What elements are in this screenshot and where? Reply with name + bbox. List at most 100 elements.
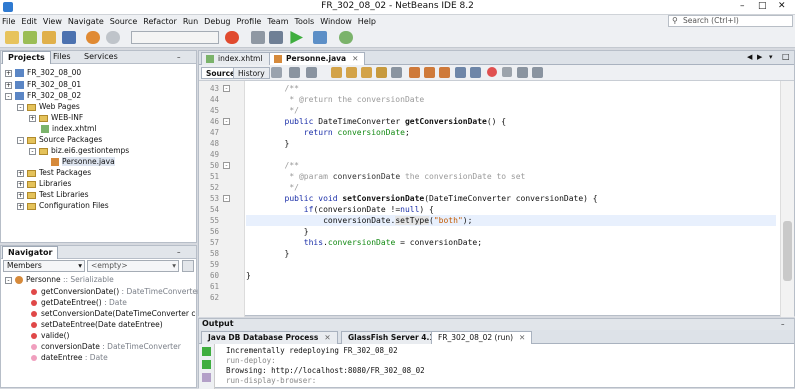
collapse-icon[interactable]: - — [17, 103, 24, 111]
debug-icon[interactable] — [313, 31, 327, 44]
tab-navigator[interactable]: Navigator — [2, 246, 59, 259]
search-input[interactable]: ⚲ Search (Ctrl+I) — [668, 15, 793, 27]
toggle-bookmark-icon[interactable] — [439, 67, 450, 78]
fold-icon[interactable]: - — [223, 85, 230, 92]
members-filter-select[interactable]: Members ▾ — [3, 260, 85, 272]
code-area[interactable]: /** * @return the conversionDate */ publ… — [246, 81, 776, 317]
close-tab-icon[interactable]: ✕ — [324, 333, 330, 342]
tree-item-test-packages[interactable]: + Test Packages — [17, 167, 91, 178]
navigator-member[interactable]: setDateEntree(Date dateEntree) — [31, 319, 163, 330]
profile-icon[interactable] — [339, 31, 353, 44]
new-project-icon[interactable] — [23, 31, 37, 44]
shift-left-icon[interactable] — [455, 67, 466, 78]
fold-icon[interactable]: - — [223, 195, 230, 202]
back-icon[interactable] — [289, 67, 300, 78]
tab-java-db-process[interactable]: Java DB Database Process ✕ — [201, 331, 338, 344]
scroll-tabs-left-icon[interactable]: ◀ — [747, 53, 752, 61]
navigator-filter-button[interactable] — [182, 260, 194, 272]
clean-build-icon[interactable] — [269, 31, 283, 44]
scroll-tabs-right-icon[interactable]: ▶ — [757, 53, 762, 61]
menu-run[interactable]: Run — [183, 17, 198, 26]
empty-filter-select[interactable]: <empty> ▾ — [87, 260, 179, 272]
save-all-icon[interactable] — [62, 31, 76, 44]
build-icon[interactable] — [251, 31, 265, 44]
undo-icon[interactable] — [86, 31, 100, 44]
navigator-member[interactable]: getConversionDate() : DateTimeConverter — [31, 286, 200, 297]
close-tab-icon[interactable]: ✕ — [352, 54, 358, 63]
close-window-button[interactable]: ✕ — [778, 1, 786, 11]
tree-item-source-packages[interactable]: - Source Packages — [17, 134, 102, 145]
history-view-button[interactable]: History — [233, 67, 270, 79]
browser-icon[interactable] — [225, 31, 239, 44]
tree-item-configuration-files[interactable]: + Configuration Files — [17, 200, 109, 211]
toggle-rectangular-selection-icon[interactable] — [391, 67, 402, 78]
expand-icon[interactable]: + — [29, 114, 36, 122]
tree-item-web-inf[interactable]: + WEB-INF — [29, 112, 83, 123]
fold-icon[interactable]: - — [223, 162, 230, 169]
open-project-icon[interactable] — [42, 31, 56, 44]
menu-debug[interactable]: Debug — [204, 17, 230, 26]
menu-refactor[interactable]: Refactor — [143, 17, 177, 26]
tree-item-index-xhtml[interactable]: index.xhtml — [41, 123, 96, 134]
expand-icon[interactable]: + — [17, 169, 24, 177]
minimize-panel-icon[interactable]: – — [177, 53, 181, 61]
stop-macro-icon[interactable] — [502, 67, 512, 77]
navigator-member[interactable]: valide() — [31, 330, 69, 341]
collapse-icon[interactable]: - — [5, 276, 12, 284]
collapse-icon[interactable]: - — [29, 147, 36, 155]
collapse-icon[interactable]: - — [17, 136, 24, 144]
shift-right-icon[interactable] — [470, 67, 481, 78]
menu-source[interactable]: Source — [110, 17, 137, 26]
close-tab-icon[interactable]: ✕ — [519, 333, 525, 342]
menu-tools[interactable]: Tools — [295, 17, 315, 26]
collapse-icon[interactable]: - — [5, 92, 12, 100]
maximize-button[interactable]: □ — [758, 1, 767, 11]
tree-item-package[interactable]: - biz.ei6.gestiontemps — [29, 145, 129, 156]
menu-profile[interactable]: Profile — [236, 17, 261, 26]
expand-icon[interactable]: + — [17, 180, 24, 188]
start-macro-icon[interactable] — [487, 67, 497, 77]
menu-team[interactable]: Team — [267, 17, 288, 26]
navigator-member[interactable]: conversionDate : DateTimeConverter — [31, 341, 181, 352]
comment-icon[interactable] — [517, 67, 528, 78]
redo-icon[interactable] — [106, 31, 120, 44]
tab-services[interactable]: Services — [79, 51, 123, 64]
toggle-highlight-icon[interactable] — [376, 67, 387, 78]
find-selection-icon[interactable] — [361, 67, 372, 78]
minimize-button[interactable]: – — [740, 1, 745, 11]
find-previous-icon[interactable] — [331, 67, 342, 78]
rerun-options-icon[interactable] — [202, 360, 211, 369]
tab-personne-java[interactable]: Personne.java ✕ — [269, 52, 366, 65]
tree-item-test-libraries[interactable]: + Test Libraries — [17, 189, 89, 200]
maximize-editor-icon[interactable]: □ — [782, 52, 790, 61]
rerun-icon[interactable] — [202, 347, 211, 356]
expand-icon[interactable]: + — [17, 191, 24, 199]
next-bookmark-icon[interactable] — [424, 67, 435, 78]
tree-item-project-00[interactable]: + FR_302_08_00 — [5, 67, 81, 78]
menu-view[interactable]: View — [43, 17, 62, 26]
editor-vertical-scrollbar[interactable] — [780, 81, 794, 317]
expand-icon[interactable]: + — [5, 69, 12, 77]
tree-item-personne-java[interactable]: Personne.java — [51, 156, 115, 167]
menu-navigate[interactable]: Navigate — [68, 17, 104, 26]
uncomment-icon[interactable] — [532, 67, 543, 78]
fold-icon[interactable]: - — [223, 118, 230, 125]
tree-item-project-01[interactable]: + FR_302_08_01 — [5, 79, 81, 90]
scrollbar-thumb[interactable] — [783, 221, 792, 281]
menu-window[interactable]: Window — [320, 17, 352, 26]
menu-file[interactable]: File — [2, 17, 15, 26]
navigator-member[interactable]: getDateEntree() : Date — [31, 297, 127, 308]
minimize-panel-icon[interactable]: – — [177, 248, 181, 256]
tree-item-libraries[interactable]: + Libraries — [17, 178, 71, 189]
show-opened-documents-icon[interactable]: ▾ — [769, 53, 773, 61]
tab-files[interactable]: Files — [48, 51, 76, 64]
tab-projects[interactable]: Projects — [2, 51, 51, 64]
menu-edit[interactable]: Edit — [21, 17, 37, 26]
navigator-member[interactable]: dateEntree : Date — [31, 352, 108, 363]
find-next-icon[interactable] — [346, 67, 357, 78]
navigator-member[interactable]: setConversionDate(DateTimeConverter conv… — [31, 308, 196, 319]
last-edit-icon[interactable] — [271, 67, 282, 78]
expand-icon[interactable]: + — [17, 202, 24, 210]
tree-item-project-02[interactable]: - FR_302_08_02 — [5, 90, 81, 101]
minimize-panel-icon[interactable]: – — [781, 320, 785, 328]
